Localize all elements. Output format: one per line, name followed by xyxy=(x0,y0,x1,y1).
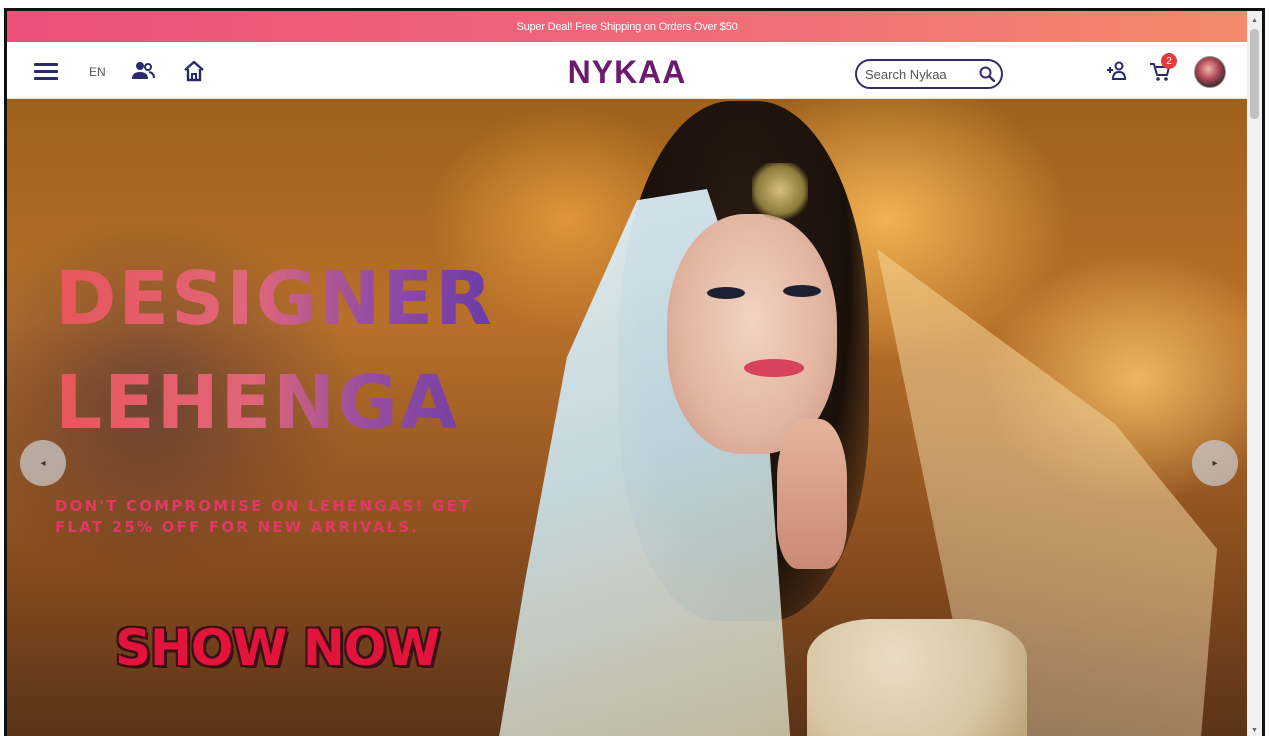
home-icon[interactable] xyxy=(182,59,206,83)
hero-title-line-1: DESIGNER xyxy=(55,256,495,342)
search-input[interactable] xyxy=(865,66,965,82)
promo-banner: Super Deal! Free Shipping on Orders Over… xyxy=(7,11,1247,42)
carousel-next-button[interactable]: ▸ xyxy=(1192,440,1238,486)
hero-banner: DESIGNER LEHENGA DON'T COMPROMISE ON LEH… xyxy=(7,99,1247,736)
page-scrollbar[interactable]: ▲ ▼ xyxy=(1247,11,1262,736)
hero-subtitle: DON'T COMPROMISE ON LEHENGAS! GET FLAT 2… xyxy=(55,497,472,536)
show-now-button[interactable]: SHOW NOW xyxy=(115,619,440,677)
search-box xyxy=(855,59,1003,89)
scroll-down-icon[interactable]: ▼ xyxy=(1247,723,1262,736)
menu-icon[interactable] xyxy=(34,63,58,81)
site-header: EN NYKAA Search Nykaa 2 xyxy=(7,42,1247,99)
search-icon[interactable] xyxy=(979,66,995,82)
hero-title: DESIGNER LEHENGA xyxy=(55,247,494,455)
carousel-prev-button[interactable]: ◂ xyxy=(20,440,66,486)
chevron-left-icon: ◂ xyxy=(40,457,46,469)
browser-viewport: Super Deal! Free Shipping on Orders Over… xyxy=(4,8,1265,736)
scroll-up-icon[interactable]: ▲ xyxy=(1247,13,1262,27)
cart-icon[interactable]: 2 xyxy=(1148,53,1177,83)
users-icon[interactable] xyxy=(131,59,155,83)
language-selector[interactable]: EN xyxy=(89,65,106,79)
chevron-right-icon: ▸ xyxy=(1212,457,1218,469)
promo-text: Super Deal! Free Shipping on Orders Over… xyxy=(516,20,738,33)
hero-title-line-2: LEHENGA xyxy=(55,360,460,446)
add-user-icon[interactable] xyxy=(1104,59,1128,83)
cart-count-badge: 2 xyxy=(1161,53,1177,69)
avatar[interactable] xyxy=(1194,56,1226,88)
scrollbar-thumb[interactable] xyxy=(1250,29,1259,119)
